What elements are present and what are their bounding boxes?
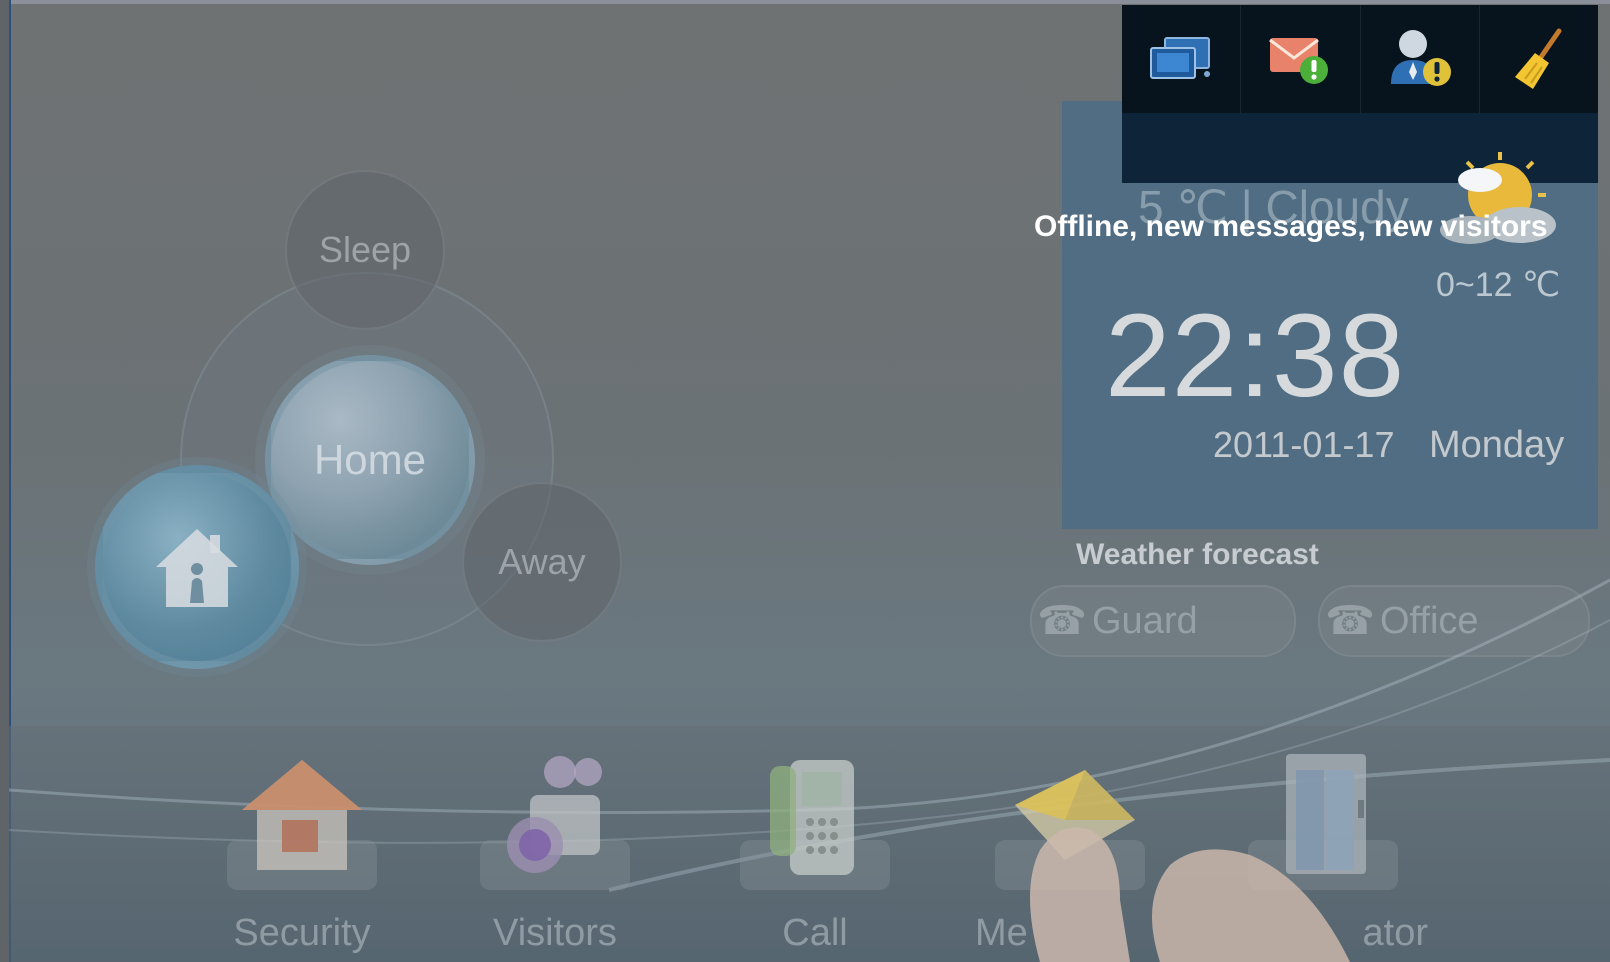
home-mode-button[interactable]: Home [265,355,475,565]
visitors-label: Visitors [493,912,617,954]
camera-icon [507,756,602,873]
visitors-app-button[interactable]: Visitors [470,740,640,955]
network-status-button[interactable] [1122,5,1242,113]
clean-screen-button[interactable] [1480,5,1598,113]
status-icon-bar [1122,5,1598,113]
messages-status-button[interactable] [1241,5,1361,113]
weather-forecast-link[interactable]: Weather forecast [1076,538,1319,572]
envelope-icon [1015,770,1135,860]
call-app-button[interactable]: Call [730,740,900,955]
clock-time: 22:38 [1105,290,1406,422]
house-icon [242,760,362,870]
sleep-mode-label: Sleep [318,229,412,270]
house-icon [156,529,238,607]
home-mode-label: Home [313,436,427,483]
network-offline-icon [1150,37,1211,79]
messages-app-button[interactable]: Me [975,740,1155,955]
clock-day: Monday [1429,424,1565,466]
away-mode-label: Away [498,541,586,582]
broom-icon [1514,28,1562,89]
sleep-mode-button[interactable]: Sleep [285,170,445,330]
status-tooltip: Offline, new messages, new visitors [1034,210,1548,243]
temperature-range: 0~12 ℃ [1436,266,1561,304]
new-visitor-icon [1390,30,1451,86]
intercom-phone-icon [770,760,854,875]
home-status-button[interactable] [95,465,299,669]
call-guard-label: Guard [1092,599,1198,642]
phone-icon: ☎ [1037,599,1087,643]
call-label: Call [782,912,848,954]
top-border [0,0,1610,4]
call-office-label: Office [1380,599,1479,642]
call-guard-button[interactable]: ☎ Guard [1030,585,1296,657]
elevator-label: ator [1362,912,1428,954]
elevator-icon [1286,754,1366,874]
phone-icon: ☎ [1325,599,1375,643]
security-label: Security [233,912,371,954]
elevator-app-button[interactable]: ator [1238,740,1428,955]
security-app-button[interactable]: Security [217,740,387,955]
messages-label: Me [975,912,1028,954]
new-message-icon [1269,38,1329,84]
away-mode-button[interactable]: Away [462,482,622,642]
clock-date: 2011-01-17 [1213,424,1395,465]
visitors-status-button[interactable] [1361,5,1480,113]
call-office-button[interactable]: ☎ Office [1318,585,1590,657]
